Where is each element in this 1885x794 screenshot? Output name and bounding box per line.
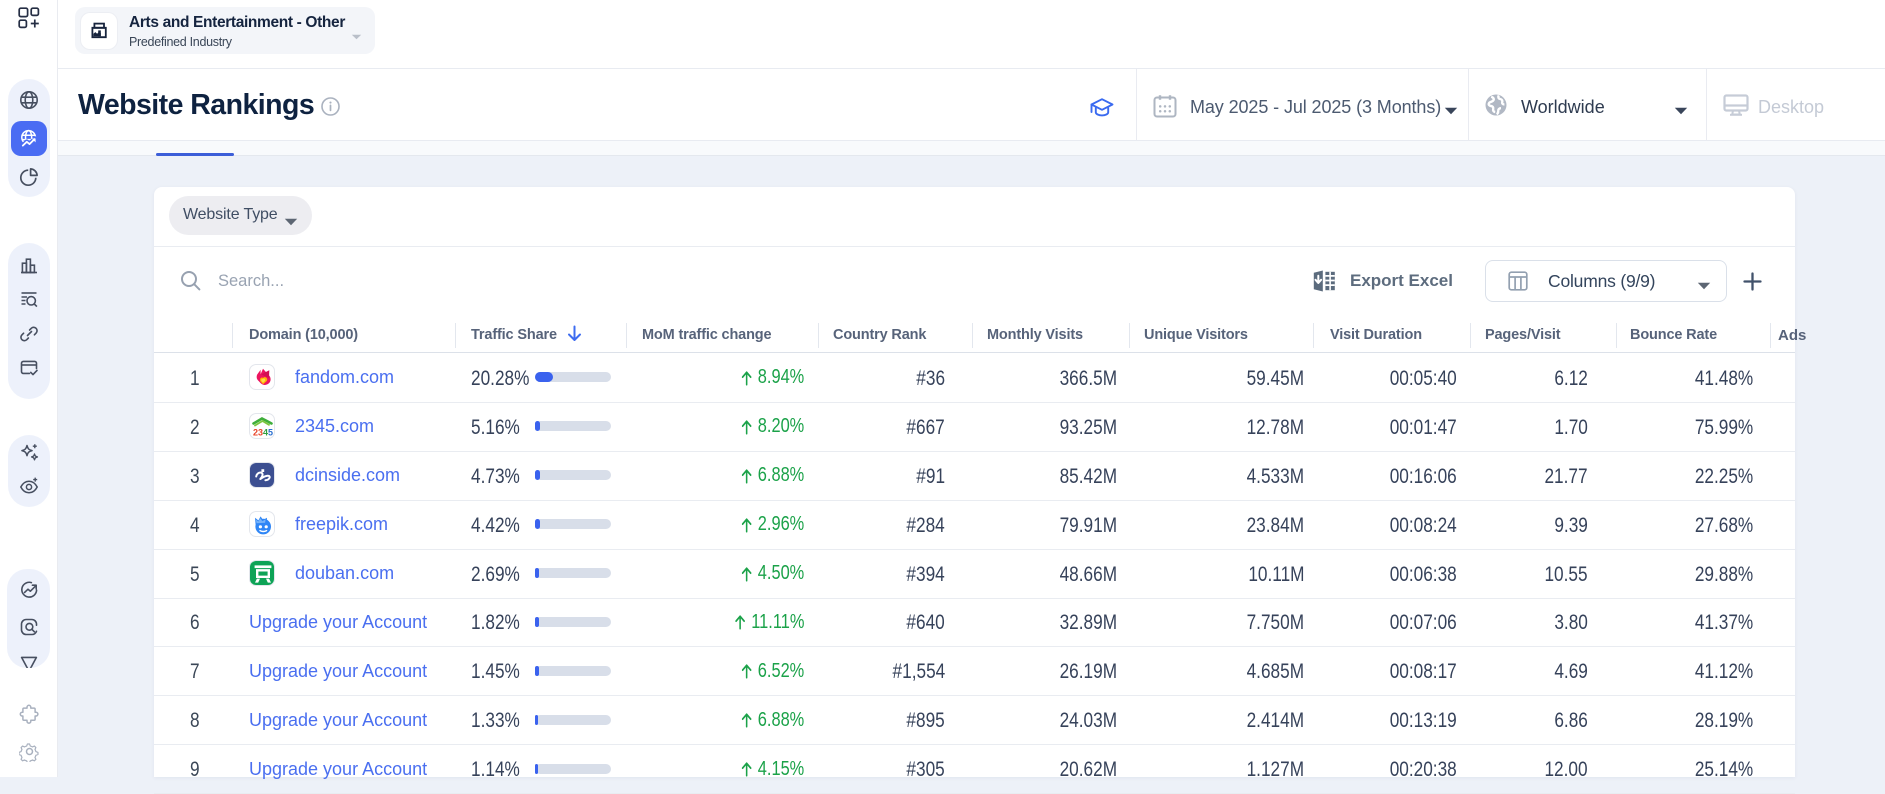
svg-text:2345: 2345	[253, 428, 273, 438]
